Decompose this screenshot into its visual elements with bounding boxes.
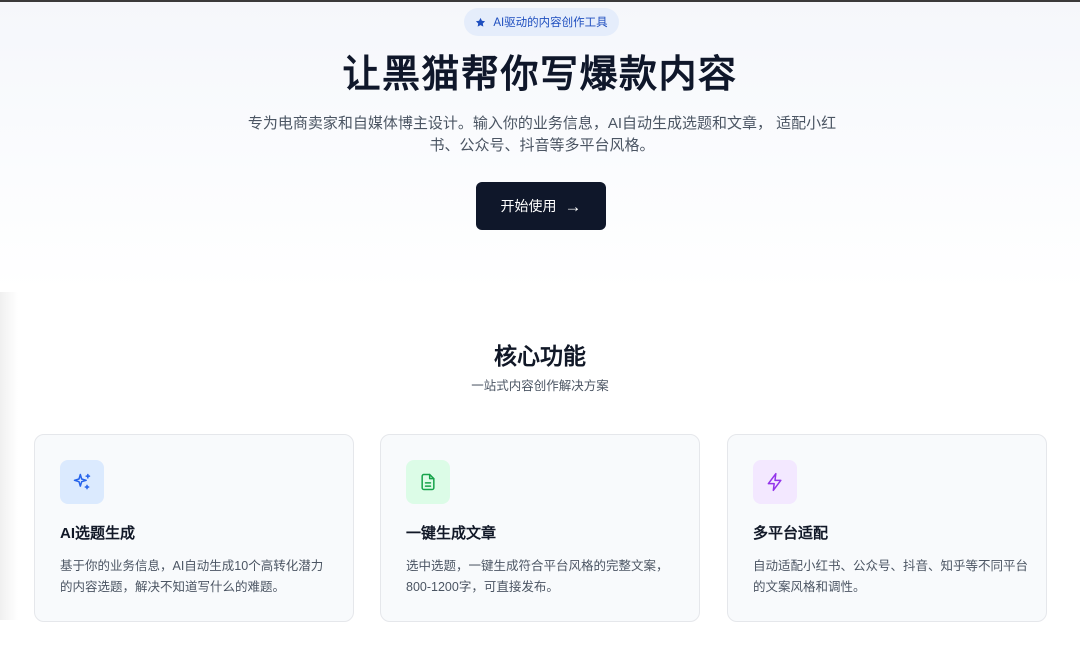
feature-description: 基于你的业务信息，AI自动生成10个高转化潜力的内容选题，解决不知道写什么的难题… bbox=[60, 559, 324, 594]
feature-icon-box bbox=[406, 460, 450, 504]
features-subtitle: 一站式内容创作解决方案 bbox=[471, 379, 609, 393]
feature-title: AI选题生成 bbox=[60, 525, 136, 542]
hero-title: 让黑猫帮你写爆款内容 bbox=[342, 54, 738, 96]
feature-icon-box bbox=[60, 460, 104, 504]
feature-title: 一键生成文章 bbox=[406, 525, 497, 542]
star-icon bbox=[476, 17, 486, 27]
feature-title: 多平台适配 bbox=[753, 525, 829, 542]
get-started-button[interactable]: 开始使用 → bbox=[476, 182, 606, 230]
hero-badge: AI驱动的内容创作工具 bbox=[464, 8, 619, 36]
sparkles-icon bbox=[73, 473, 91, 490]
feature-card-topic-generation: AI选题生成 基于你的业务信息，AI自动生成10个高转化潜力的内容选题，解决不知… bbox=[34, 434, 354, 622]
lightning-icon bbox=[767, 472, 782, 492]
document-icon bbox=[421, 473, 435, 491]
features-title: 核心功能 bbox=[494, 343, 586, 369]
feature-description: 选中选题，一键生成符合平台风格的完整文案，800-1200字，可直接发布。 bbox=[406, 559, 669, 594]
hero-section: AI驱动的内容创作工具 让黑猫帮你写爆款内容 专为电商卖家和自媒体博主设计。输入… bbox=[0, 2, 1080, 292]
feature-card-multi-platform: 多平台适配 自动适配小红书、公众号、抖音、知乎等不同平台的文案风格和调性。 bbox=[727, 434, 1047, 622]
hero-description: 专为电商卖家和自媒体博主设计。输入你的业务信息，AI自动生成选题和文章， 适配小… bbox=[247, 115, 837, 154]
hero-badge-label: AI驱动的内容创作工具 bbox=[493, 17, 608, 29]
arrow-right-icon: → bbox=[564, 196, 582, 216]
get-started-label: 开始使用 bbox=[500, 198, 557, 214]
feature-description: 自动适配小红书、公众号、抖音、知乎等不同平台的文案风格和调性。 bbox=[753, 559, 1029, 594]
feature-card-article-generation: 一键生成文章 选中选题，一键生成符合平台风格的完整文案，800-1200字，可直… bbox=[380, 434, 700, 622]
feature-icon-box bbox=[753, 460, 797, 504]
